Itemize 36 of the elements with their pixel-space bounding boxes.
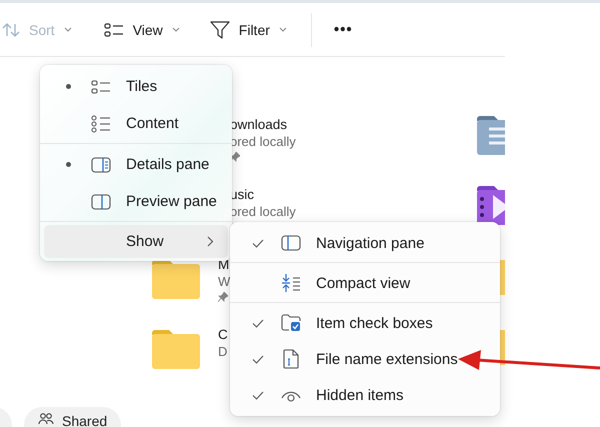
caret-icon [64, 27, 72, 32]
menu-item[interactable]: Tiles [44, 68, 228, 105]
folder-icon [152, 329, 200, 369]
folder-icon [152, 259, 200, 299]
file-name: C [218, 327, 228, 342]
compact-icon [281, 273, 301, 293]
file-status: W [218, 274, 230, 289]
pane-icon [281, 235, 301, 251]
people-icon [38, 413, 54, 425]
menu-item[interactable]: Preview pane [44, 183, 228, 220]
toolbar-button[interactable]: Filter [202, 14, 295, 46]
file-icon [283, 349, 299, 369]
caret-icon [278, 27, 287, 32]
list-icon [91, 80, 111, 94]
pane-icon [91, 194, 111, 210]
menu-item[interactable]: Compact view [234, 265, 496, 301]
filter-icon [210, 20, 230, 40]
more-button[interactable]: ••• [326, 17, 361, 42]
caret-icon [172, 27, 180, 32]
pane-icon [91, 156, 111, 172]
chevron-icon [207, 236, 214, 247]
menu-item[interactable]: File name extensions [234, 341, 496, 377]
folder-checkbox-icon [281, 313, 301, 333]
file-status: D [218, 344, 228, 359]
list-icon [91, 114, 111, 132]
toolbar-button[interactable]: View [96, 16, 188, 44]
sort-icon [2, 22, 20, 38]
list-icon [104, 22, 124, 36]
menu-item[interactable]: Hidden items [234, 377, 496, 413]
menu-item[interactable]: Content [44, 105, 228, 142]
file-name: ownloads [230, 117, 288, 132]
menu-item[interactable]: Navigation pane [234, 225, 496, 261]
menu-item[interactable]: Item check boxes [234, 305, 496, 341]
shared-chip[interactable]: Shared [24, 407, 122, 427]
show-menu-item[interactable]: Show [44, 225, 228, 258]
menu-item[interactable]: Details pane [44, 146, 228, 183]
